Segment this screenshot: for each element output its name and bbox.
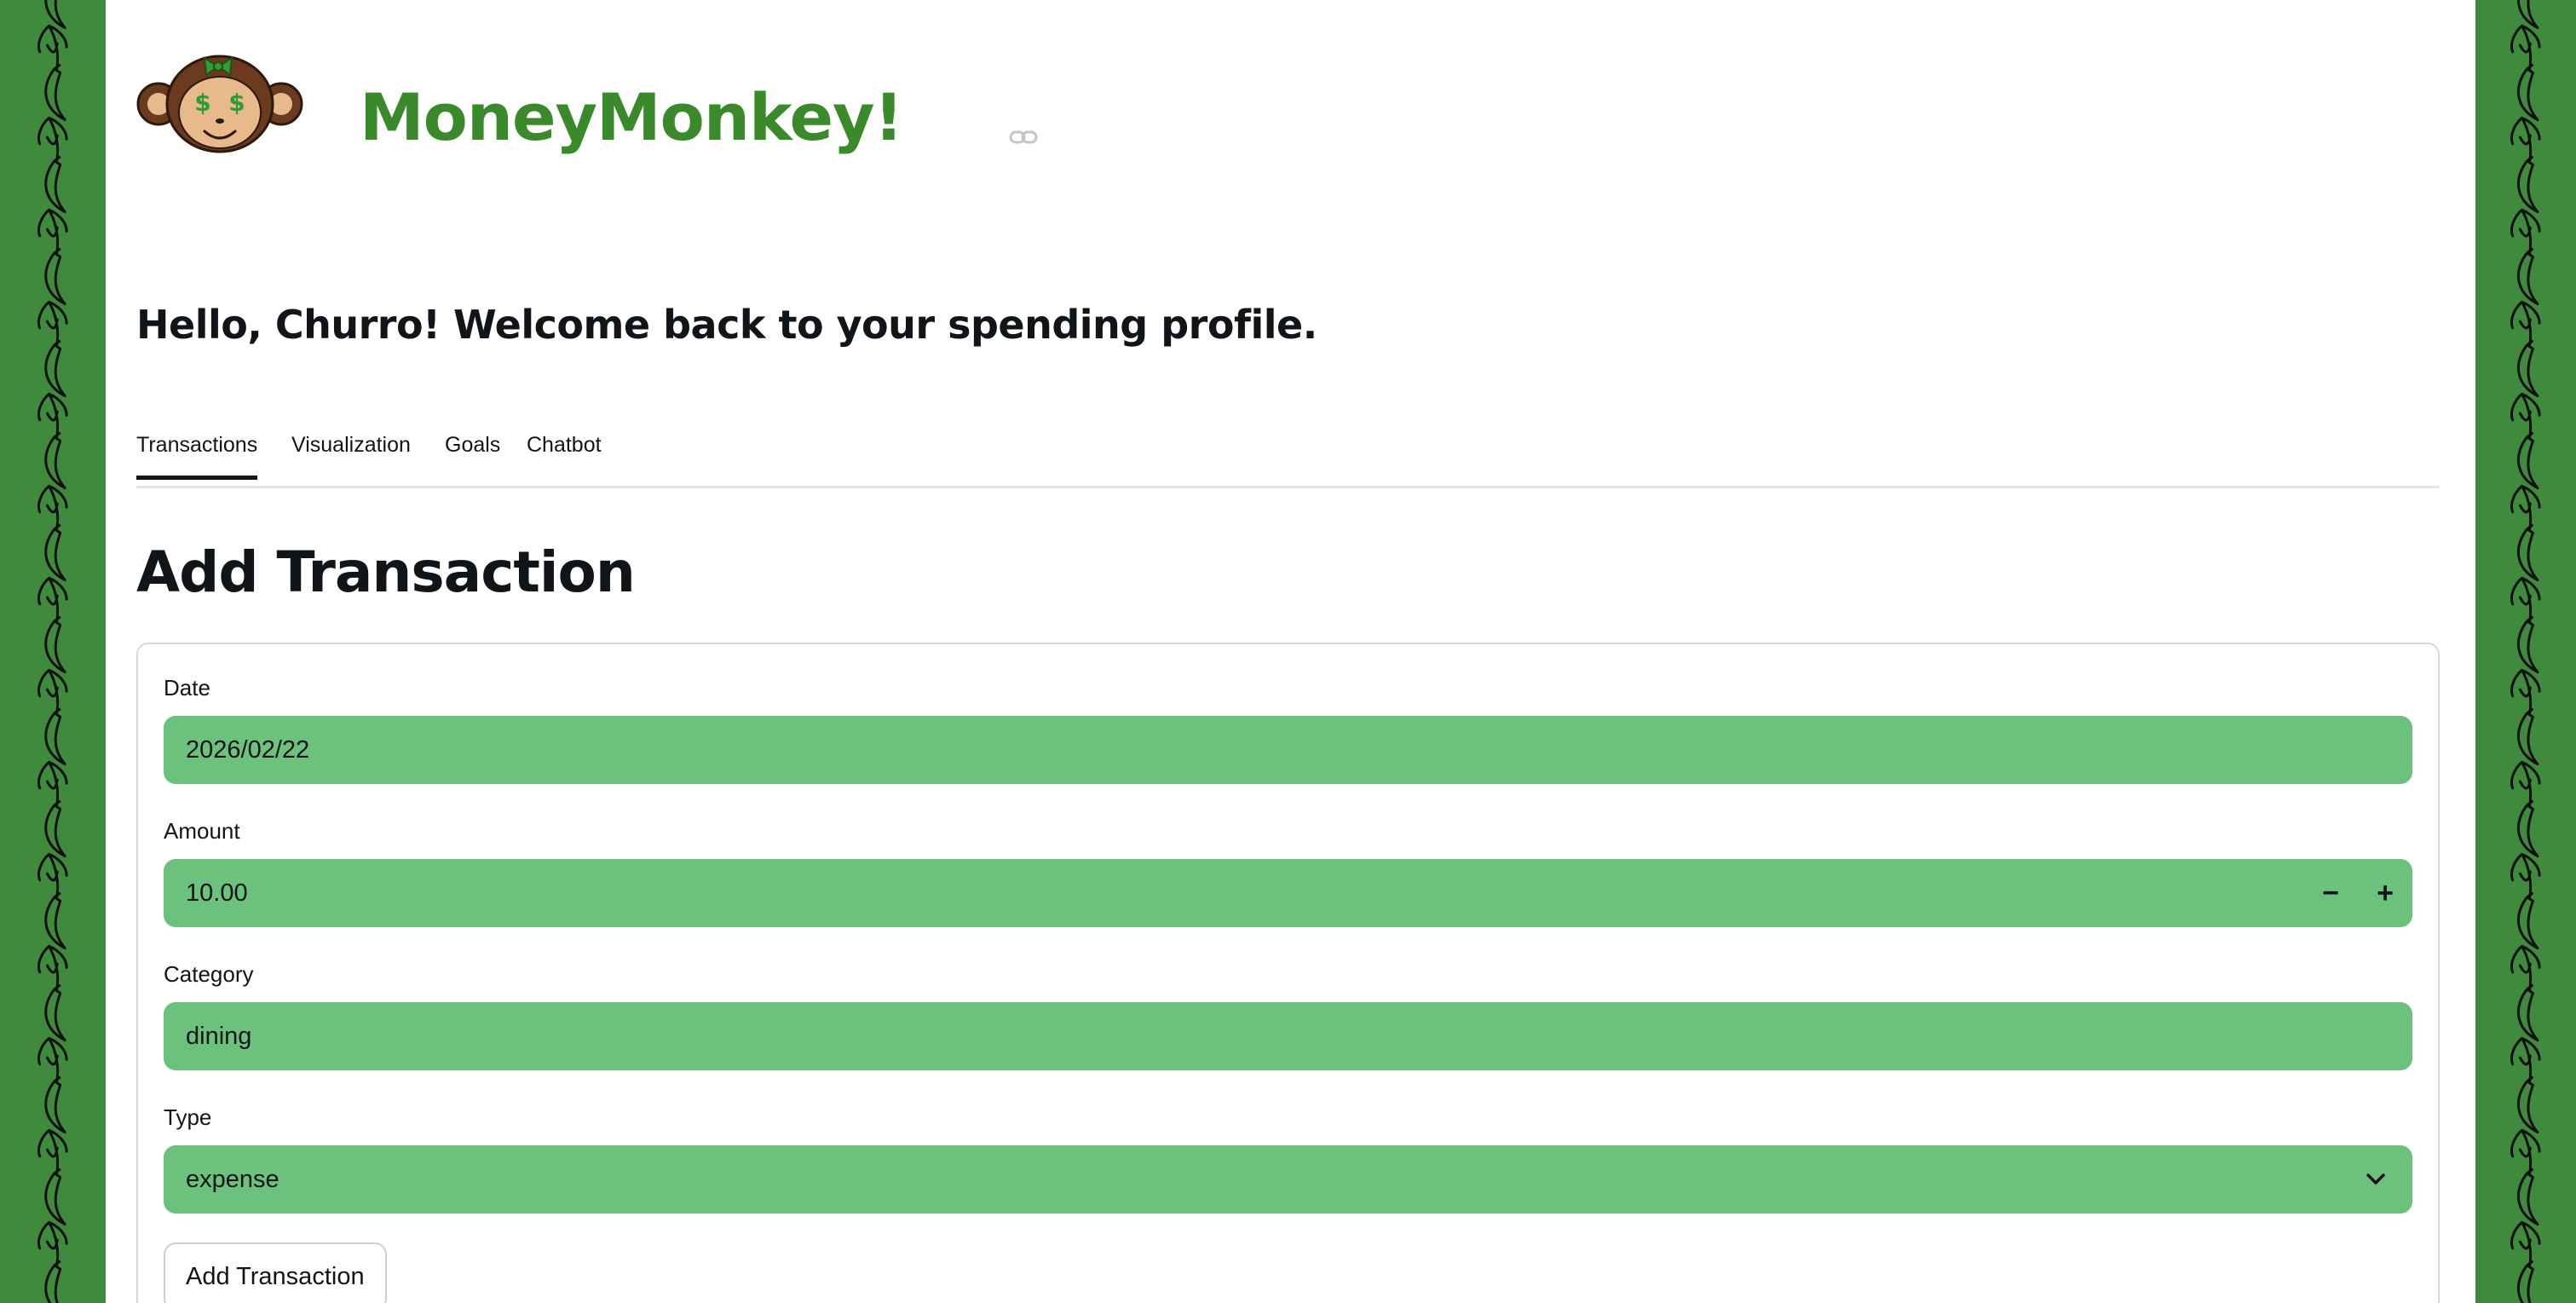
type-value: expense: [186, 1166, 279, 1193]
banana-icon: [44, 248, 66, 306]
type-select[interactable]: expense: [164, 1145, 2412, 1214]
banana-icon: [2516, 1168, 2539, 1226]
banana-icon: [2510, 24, 2541, 72]
category-label: Category: [164, 961, 254, 987]
amount-value: 10.00: [186, 879, 248, 907]
banana-icon: [44, 708, 66, 766]
banana-icon: [44, 800, 66, 858]
tab-chatbot[interactable]: Chatbot: [527, 433, 602, 480]
banana-icon: [37, 392, 68, 440]
banana-icon: [2516, 156, 2539, 214]
right-banana-border: [2475, 0, 2576, 1303]
banana-icon: [37, 760, 68, 808]
banana-icon: [37, 1036, 68, 1084]
banana-icon: [2516, 800, 2539, 858]
chevron-down-icon[interactable]: [2365, 1169, 2387, 1190]
banana-icon: [44, 1260, 66, 1303]
banana-icon: [44, 892, 66, 950]
banana-icon: [2516, 1260, 2539, 1303]
banana-icon: [2516, 892, 2539, 950]
app-header: $ $ MoneyMonkey!: [136, 48, 1159, 159]
increment-button[interactable]: +: [2360, 859, 2411, 927]
banana-icon: [44, 0, 66, 30]
monkey-logo-icon: $ $: [136, 55, 303, 153]
date-input[interactable]: 2026/02/22: [164, 716, 2412, 784]
date-value: 2026/02/22: [186, 736, 310, 764]
main-panel: $ $ MoneyMonkey! Hello, Churro! Welcome …: [106, 0, 2475, 1303]
banana-icon: [2516, 340, 2539, 398]
banana-icon: [2510, 484, 2541, 532]
banana-icon: [2516, 616, 2539, 674]
banana-icon: [2510, 392, 2541, 440]
greeting-heading: Hello, Churro! Welcome back to your spen…: [136, 302, 1317, 348]
banana-pattern: [37, 0, 68, 1303]
banana-icon: [2516, 432, 2539, 490]
banana-icon: [37, 576, 68, 624]
banana-pattern: [2510, 0, 2541, 1303]
banana-icon: [2516, 524, 2539, 582]
banana-icon: [37, 24, 68, 72]
banana-icon: [37, 300, 68, 348]
link-icon[interactable]: [1009, 128, 1038, 147]
banana-icon: [2510, 576, 2541, 624]
banana-icon: [44, 524, 66, 582]
banana-icon: [44, 1076, 66, 1134]
banana-icon: [37, 1220, 68, 1268]
banana-icon: [2510, 300, 2541, 348]
transaction-form: Date 2026/02/22 Amount 10.00 − + Categor…: [136, 643, 2440, 1303]
banana-icon: [44, 64, 66, 122]
add-transaction-heading: Add Transaction: [136, 539, 636, 605]
banana-icon: [37, 668, 68, 716]
amount-label: Amount: [164, 818, 240, 844]
banana-icon: [2510, 1036, 2541, 1084]
tab-visualization[interactable]: Visualization: [291, 433, 411, 480]
app-title: MoneyMonkey!: [360, 79, 903, 155]
banana-icon: [2516, 248, 2539, 306]
banana-icon: [2510, 760, 2541, 808]
add-transaction-button[interactable]: Add Transaction: [164, 1242, 387, 1303]
banana-icon: [2510, 208, 2541, 256]
banana-icon: [37, 1128, 68, 1176]
banana-icon: [37, 852, 68, 900]
category-input[interactable]: dining: [164, 1002, 2412, 1070]
banana-icon: [2510, 1220, 2541, 1268]
banana-icon: [2516, 64, 2539, 122]
category-value: dining: [186, 1023, 252, 1050]
tab-goals[interactable]: Goals: [445, 433, 500, 480]
banana-icon: [44, 616, 66, 674]
banana-icon: [2510, 116, 2541, 164]
banana-icon: [2516, 708, 2539, 766]
banana-icon: [37, 208, 68, 256]
svg-text:$: $: [228, 89, 245, 117]
type-label: Type: [164, 1104, 212, 1130]
banana-icon: [2510, 944, 2541, 992]
date-label: Date: [164, 675, 210, 701]
banana-icon: [37, 944, 68, 992]
banana-icon: [37, 484, 68, 532]
banana-icon: [2516, 0, 2539, 30]
banana-icon: [44, 340, 66, 398]
svg-text:$: $: [194, 89, 210, 117]
banana-icon: [44, 156, 66, 214]
banana-icon: [2516, 984, 2539, 1042]
left-banana-border: [0, 0, 106, 1303]
tab-bar: Transactions Visualization Goals Chatbot: [136, 421, 2440, 488]
banana-icon: [2510, 668, 2541, 716]
tab-transactions[interactable]: Transactions: [136, 433, 258, 480]
banana-icon: [2510, 852, 2541, 900]
banana-icon: [44, 984, 66, 1042]
banana-icon: [2516, 1076, 2539, 1134]
amount-input[interactable]: 10.00 − +: [164, 859, 2412, 927]
banana-icon: [37, 116, 68, 164]
banana-icon: [2510, 1128, 2541, 1176]
banana-icon: [44, 1168, 66, 1226]
decrement-button[interactable]: −: [2305, 859, 2356, 927]
banana-icon: [44, 432, 66, 490]
